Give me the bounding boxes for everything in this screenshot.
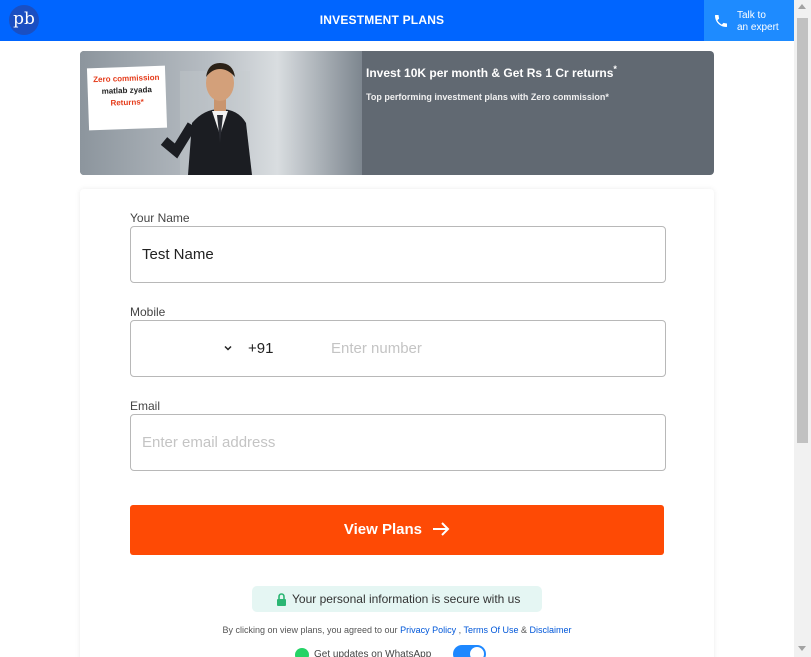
terms-sep1: ,: [458, 625, 462, 635]
country-code[interactable]: +91: [248, 340, 273, 357]
view-plans-button[interactable]: View Plans: [130, 505, 664, 555]
scroll-up-icon[interactable]: [798, 4, 806, 9]
mobile-label: Mobile: [130, 305, 166, 319]
phone-icon: [715, 15, 727, 27]
banner-subline: Top performing investment plans with Zer…: [366, 92, 609, 102]
arrow-right-icon: [433, 521, 450, 536]
whatsapp-label: Get updates on WhatsApp: [314, 649, 432, 657]
banner-headline-mark: *: [613, 64, 617, 74]
email-input[interactable]: Enter email address: [142, 434, 275, 451]
terms-of-use-link[interactable]: Terms Of Use: [463, 625, 518, 635]
view-plans-label: View Plans: [343, 521, 422, 538]
name-label: Your Name: [130, 211, 190, 225]
name-value: Test Name: [142, 246, 214, 263]
banner-placard: Zero commission matlab zyada Returns*: [86, 65, 168, 131]
banner-image: Zero commission matlab zyada Returns*: [80, 51, 362, 175]
terms-notice: By clicking on view plans, you agreed to…: [0, 625, 794, 635]
scroll-thumb[interactable]: [797, 18, 808, 443]
whatsapp-icon: [295, 648, 309, 657]
terms-sep2: &: [521, 625, 528, 635]
promo-banner: Zero commission matlab zyada Returns* In…: [80, 51, 714, 175]
disclaimer-link[interactable]: Disclaimer: [530, 625, 572, 635]
scrollbar[interactable]: [794, 0, 811, 657]
talk-to-expert-button[interactable]: Talk to an expert: [704, 0, 794, 41]
whatsapp-toggle[interactable]: [453, 645, 486, 657]
chevron-down-icon[interactable]: [224, 344, 232, 352]
mobile-field[interactable]: +91 Enter number: [130, 320, 666, 377]
secure-info-badge: Your personal information is secure with…: [252, 586, 542, 612]
toggle-knob: [470, 647, 484, 657]
terms-prefix: By clicking on view plans, you agreed to…: [222, 625, 398, 635]
secure-info-text: Your personal information is secure with…: [292, 592, 521, 606]
name-field[interactable]: Test Name: [130, 226, 666, 283]
placard-line3: Returns*: [110, 97, 144, 108]
talk-to-expert-label: Talk to an expert: [737, 10, 779, 34]
lock-icon: [277, 593, 286, 606]
mobile-input[interactable]: Enter number: [331, 340, 422, 357]
top-bar: pb INVESTMENT PLANS Talk to an expert: [0, 0, 811, 41]
banner-headline-text: Invest 10K per month & Get Rs 1 Cr retur…: [366, 66, 614, 80]
scroll-down-icon[interactable]: [798, 646, 806, 651]
banner-headline: Invest 10K per month & Get Rs 1 Cr retur…: [366, 64, 617, 80]
privacy-policy-link[interactable]: Privacy Policy: [400, 625, 456, 635]
talk-to-expert-line2: an expert: [737, 22, 779, 33]
page: pb INVESTMENT PLANS Talk to an expert Ze…: [0, 0, 811, 657]
email-field[interactable]: Enter email address: [130, 414, 666, 471]
page-title: INVESTMENT PLANS: [319, 13, 445, 27]
talk-to-expert-line1: Talk to: [737, 10, 766, 21]
email-label: Email: [130, 399, 161, 413]
